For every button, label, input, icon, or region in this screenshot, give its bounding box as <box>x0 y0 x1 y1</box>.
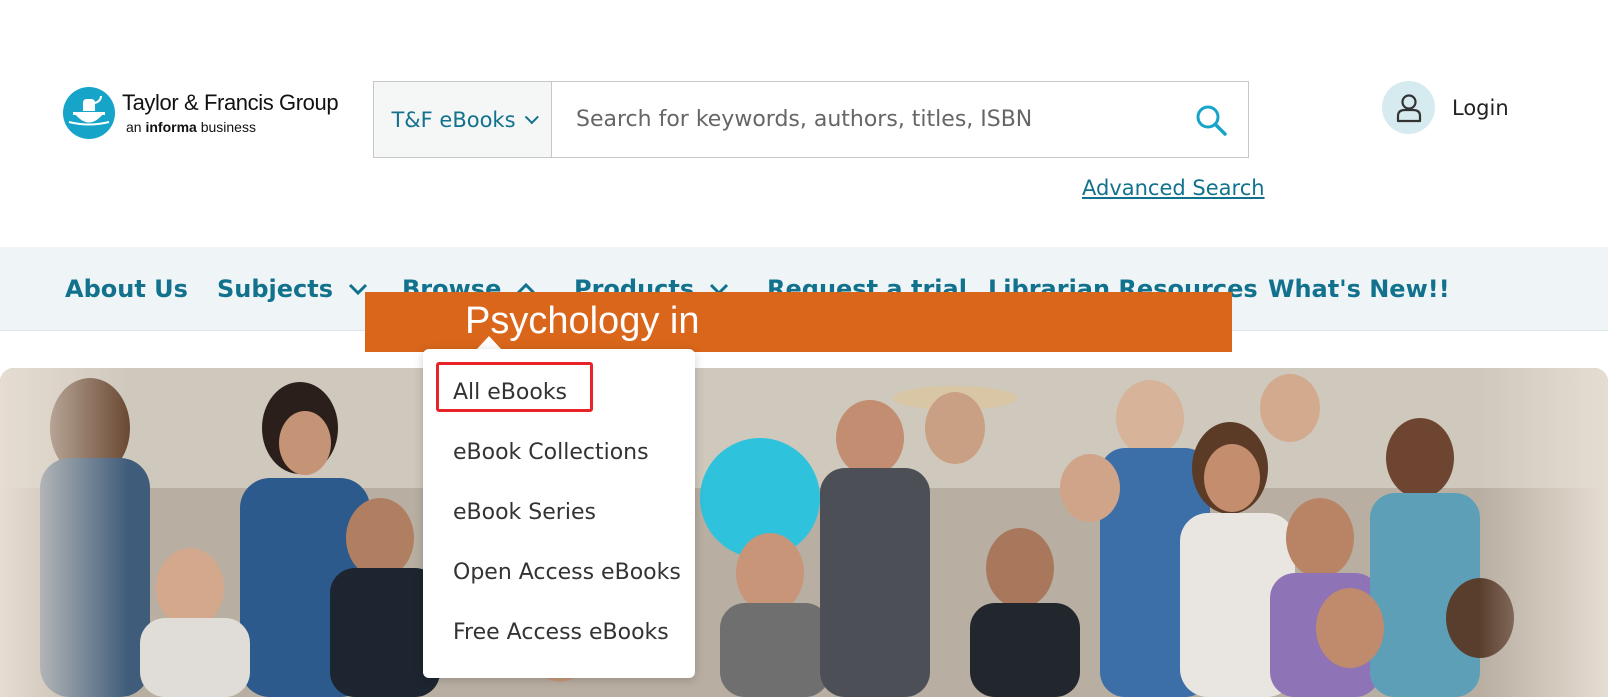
menu-item-all-ebooks[interactable]: All eBooks <box>453 380 567 405</box>
search-input[interactable] <box>552 82 1174 157</box>
user-icon <box>1396 93 1421 122</box>
brand-logo[interactable]: Taylor & Francis Group an informa busine… <box>63 87 339 139</box>
menu-item-ebook-collections[interactable]: eBook Collections <box>453 440 649 465</box>
brand-tagline: an informa business <box>126 119 256 135</box>
search-scope-label: T&F eBooks <box>391 107 516 132</box>
chevron-down-icon <box>524 109 539 124</box>
search-scope-dropdown[interactable]: T&F eBooks <box>374 82 552 157</box>
brand-name: Taylor & Francis Group <box>122 90 339 115</box>
nav-label: About Us <box>65 275 188 303</box>
login-label: Login <box>1452 95 1509 120</box>
advanced-search-link[interactable]: Advanced Search <box>1082 176 1265 200</box>
nav-label: Subjects <box>217 275 334 303</box>
nav-item-about-us[interactable]: About Us <box>65 247 188 331</box>
menu-item-free-access-ebooks[interactable]: Free Access eBooks <box>453 620 669 645</box>
menu-item-open-access-ebooks[interactable]: Open Access eBooks <box>453 560 681 585</box>
menu-item-ebook-series[interactable]: eBook Series <box>453 500 596 525</box>
nav-item-whats-new[interactable]: What's New!! <box>1268 247 1450 331</box>
login-button[interactable]: Login <box>1382 81 1509 134</box>
avatar <box>1382 81 1435 134</box>
brand-icon <box>63 87 115 139</box>
browse-dropdown-menu: All eBooks eBook Collections eBook Serie… <box>423 349 695 678</box>
dropdown-caret <box>476 336 502 350</box>
hero-crowd-image <box>0 368 1608 697</box>
search-bar: T&F eBooks <box>373 81 1249 158</box>
search-button[interactable] <box>1174 82 1248 157</box>
nav-item-subjects[interactable]: Subjects <box>217 247 369 331</box>
nav-label: What's New!! <box>1268 275 1450 303</box>
hero-banner[interactable] <box>0 368 1608 697</box>
search-icon <box>1196 105 1227 136</box>
